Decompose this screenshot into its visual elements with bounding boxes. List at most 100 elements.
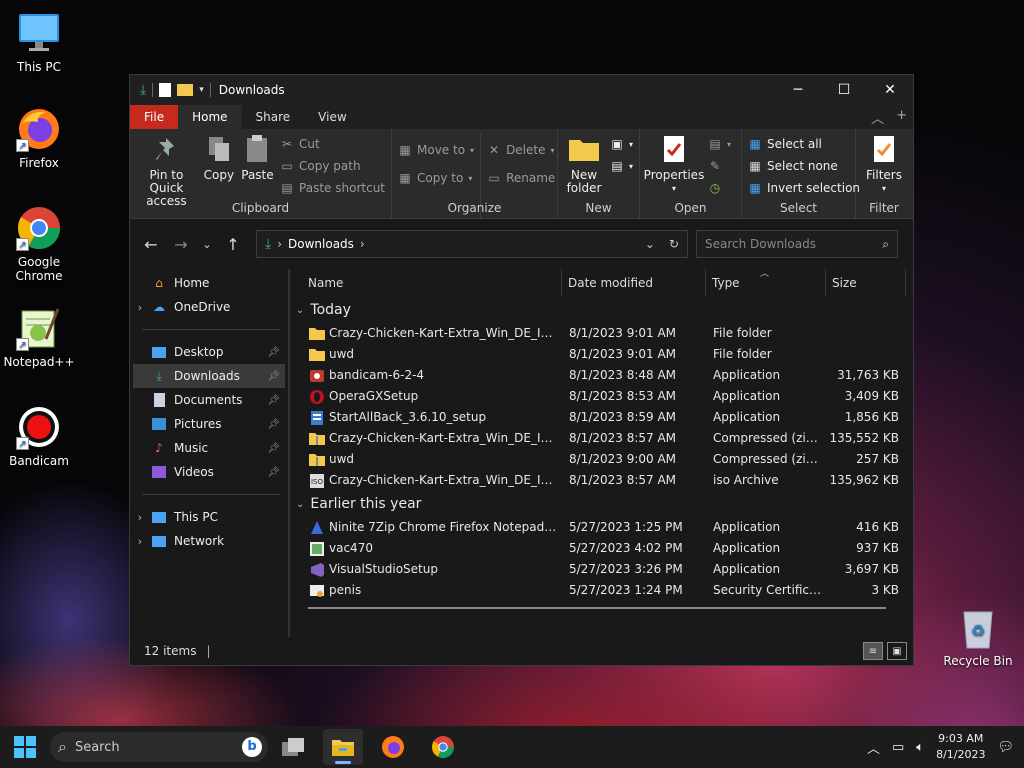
file-row[interactable]: Crazy-Chicken-Kart-Extra_Win_DE_ISO-V...… — [290, 428, 913, 449]
file-row[interactable]: Ninite 7Zip Chrome Firefox Notepad Inst.… — [290, 517, 913, 538]
file-row[interactable]: OperaGXSetup 8/1/2023 8:53 AM Application 3… — [290, 386, 913, 407]
nav-item-pictures[interactable]: Pictures 📌︎ — [130, 412, 288, 436]
details-view-button[interactable]: ≡ — [863, 642, 883, 660]
expand-chevron-icon[interactable]: › — [130, 301, 150, 314]
zip-icon — [309, 428, 325, 449]
taskbar-chrome[interactable] — [423, 729, 463, 765]
taskbar-search[interactable]: ⌕ Search b — [50, 732, 268, 762]
cut-button[interactable]: ✂ Cut — [280, 135, 385, 153]
rename-button[interactable]: ▭ Rename — [487, 169, 555, 187]
nav-item-documents[interactable]: Documents 📌︎ — [130, 388, 288, 412]
nav-item-downloads[interactable]: ⤓ Downloads 📌︎ — [133, 364, 285, 388]
copy-path-button[interactable]: ▭ Copy path — [280, 157, 385, 175]
task-view-button[interactable] — [273, 729, 313, 765]
nav-item-music[interactable]: ♪ Music 📌︎ — [130, 436, 288, 460]
tab-share[interactable]: Share — [242, 105, 305, 129]
column-header-name[interactable]: Name — [302, 269, 562, 297]
file-row[interactable]: StartAllBack_3.6.10_setup 8/1/2023 8:59 A… — [290, 407, 913, 428]
desktop-icon-notepadpp[interactable]: ↗ Notepad++ — [1, 305, 77, 369]
desktop-icon-bandicam[interactable]: ↗ Bandicam — [1, 404, 77, 468]
tab-file[interactable]: File — [130, 105, 179, 129]
file-row[interactable]: ISO Crazy-Chicken-Kart-Extra_Win_DE_ISO-V… — [290, 470, 913, 491]
move-to-button[interactable]: ▦ Move to ▾ — [398, 141, 474, 159]
volume-icon[interactable]: 🔈︎ — [916, 740, 924, 755]
pin-icon[interactable]: 📌︎ — [267, 419, 280, 430]
address-dropdown-icon[interactable]: ⌄ — [645, 237, 655, 251]
clock[interactable]: 9:03 AM 8/1/2023 — [936, 731, 985, 763]
file-row[interactable]: uwd 8/1/2023 9:00 AM Compressed (zipp... 25… — [290, 449, 913, 470]
collapse-ribbon-icon[interactable]: ︿ — [871, 108, 884, 127]
refresh-icon[interactable]: ↻ — [669, 237, 679, 251]
show-hidden-icons-chevron-icon[interactable]: ︿ — [867, 738, 880, 757]
recent-locations-button[interactable]: ⌄ — [196, 229, 218, 259]
address-bar[interactable]: ⤓ › Downloads › ⌄ ↻ — [256, 230, 688, 258]
address-path[interactable]: Downloads — [288, 237, 354, 251]
expand-chevron-icon[interactable]: › — [130, 511, 150, 524]
start-button[interactable] — [5, 729, 45, 765]
invert-selection-button[interactable]: ▦ Invert selection — [748, 179, 860, 197]
edit-button[interactable]: ✎ — [708, 157, 731, 175]
nav-item-desktop[interactable]: Desktop 📌︎ — [130, 340, 288, 364]
pin-icon[interactable]: 📌︎ — [267, 443, 280, 454]
expand-chevron-icon[interactable]: › — [130, 535, 150, 548]
file-row[interactable]: uwd 8/1/2023 9:01 AM File folder — [290, 344, 913, 365]
pin-icon[interactable]: 📌︎ — [267, 371, 280, 382]
history-button[interactable]: ◷ — [708, 179, 731, 197]
file-type: Compressed (zipp... — [713, 452, 823, 466]
search-box[interactable]: Search Downloads ⌕ — [696, 230, 898, 258]
new-item-button[interactable]: ▣ ▾ — [610, 135, 633, 153]
desktop-icon-this-pc[interactable]: This PC — [1, 10, 77, 74]
nav-item-home[interactable]: ⌂ Home — [130, 271, 288, 295]
taskbar-firefox[interactable] — [373, 729, 413, 765]
easy-access-button[interactable]: ▤ ▾ — [610, 157, 633, 175]
tab-home[interactable]: Home — [178, 105, 242, 129]
bing-icon[interactable]: b — [242, 737, 262, 757]
file-row[interactable]: Crazy-Chicken-Kart-Extra_Win_DE_ISO-V...… — [290, 323, 913, 344]
group-header-today[interactable]: ⌄ Today — [290, 297, 913, 323]
nav-item-this-pc[interactable]: › This PC — [130, 505, 288, 529]
back-button[interactable]: ← — [136, 229, 166, 259]
copy-to-button[interactable]: ▦ Copy to ▾ — [398, 169, 474, 187]
pin-icon[interactable]: 📌︎ — [267, 347, 280, 358]
customize-quick-access-icon[interactable]: ▾ — [199, 85, 204, 95]
network-status-icon[interactable]: ▭ — [892, 740, 904, 755]
select-all-button[interactable]: ▦ Select all — [748, 135, 860, 153]
horizontal-scrollbar[interactable] — [308, 607, 886, 609]
close-button[interactable]: ✕ — [867, 75, 913, 105]
paste-shortcut-button[interactable]: ▤ Paste shortcut — [280, 179, 385, 197]
nav-item-videos[interactable]: Videos 📌︎ — [130, 460, 288, 484]
search-placeholder: Search Downloads — [705, 237, 816, 251]
delete-button[interactable]: ✕ Delete ▾ — [487, 141, 555, 159]
new-folder-quick-icon[interactable] — [177, 84, 194, 96]
pin-icon[interactable]: 📌︎ — [267, 395, 280, 406]
column-header-size[interactable]: Size — [826, 269, 906, 297]
large-icons-view-button[interactable]: ▣ — [887, 642, 907, 660]
column-header-date[interactable]: Date modified — [562, 269, 706, 297]
open-button[interactable]: ▤ ▾ — [708, 135, 731, 153]
group-label-open: Open — [674, 201, 707, 215]
desktop-icon-recycle-bin[interactable]: ♻ Recycle Bin — [940, 604, 1016, 668]
file-row[interactable]: VisualStudioSetup 5/27/2023 3:26 PM Applic… — [290, 559, 913, 580]
nav-item-network[interactable]: › Network — [130, 529, 288, 553]
file-row[interactable]: penis 5/27/2023 1:24 PM Security Certifica… — [290, 580, 913, 601]
select-none-button[interactable]: ▦ Select none — [748, 157, 860, 175]
maximize-button[interactable]: ☐ — [821, 75, 867, 105]
group-header-earlier[interactable]: ⌄ Earlier this year — [290, 491, 913, 517]
nav-item-onedrive[interactable]: › ☁ OneDrive — [130, 295, 288, 319]
certificate-icon — [309, 580, 325, 601]
tab-view[interactable]: View — [304, 105, 360, 129]
taskbar-file-explorer[interactable] — [323, 729, 363, 765]
desktop-icon-chrome[interactable]: ↗ Google Chrome — [1, 205, 77, 283]
properties-quick-icon[interactable] — [159, 83, 172, 97]
up-button[interactable]: ↑ — [218, 229, 248, 259]
search-icon[interactable]: ⌕ — [882, 237, 889, 252]
pin-icon[interactable]: 📌︎ — [267, 467, 280, 478]
desktop-icon-firefox[interactable]: ↗ Firefox — [1, 106, 77, 170]
file-row[interactable]: vac470 5/27/2023 4:02 PM Application 937 KB — [290, 538, 913, 559]
forward-button[interactable]: → — [166, 229, 196, 259]
title-bar[interactable]: ⤓ ▾ Downloads ─ ☐ ✕ — [130, 75, 913, 105]
add-icon[interactable]: + — [896, 108, 907, 127]
notifications-icon[interactable]: 💬︎ — [997, 740, 1014, 755]
file-row[interactable]: bandicam-6-2-4 8/1/2023 8:48 AM Applicatio… — [290, 365, 913, 386]
minimize-button[interactable]: ─ — [775, 75, 821, 105]
